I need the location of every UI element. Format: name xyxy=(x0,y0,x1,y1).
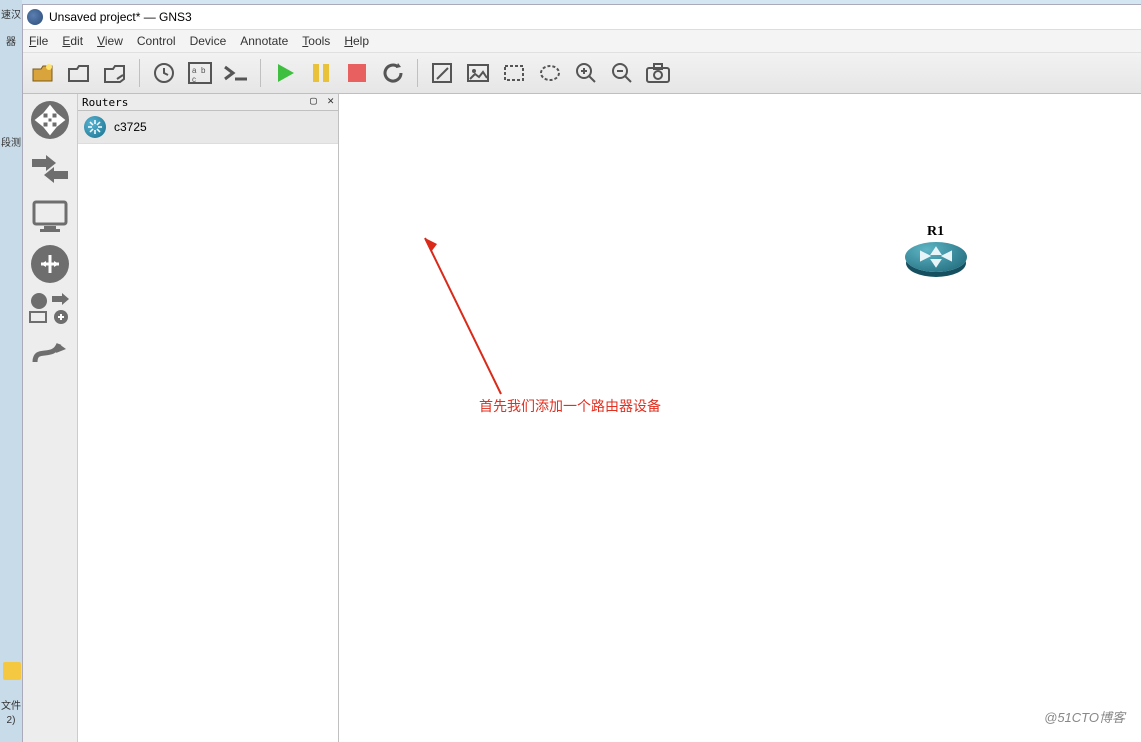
menu-bar: File Edit View Control Device Annotate T… xyxy=(23,30,1141,53)
device-item-c3725[interactable]: c3725 xyxy=(78,111,338,144)
menu-annotate[interactable]: Annotate xyxy=(240,34,288,48)
annotation-arrow xyxy=(411,224,521,414)
menu-edit[interactable]: Edit xyxy=(62,34,83,48)
annotation-text: 首先我们添加一个路由器设备 xyxy=(479,396,661,416)
menu-device[interactable]: Device xyxy=(190,34,227,48)
svg-text:c: c xyxy=(192,75,196,84)
watermark: @51CTO博客 xyxy=(1044,707,1125,726)
stop-button[interactable] xyxy=(343,59,371,87)
screenshot-button[interactable] xyxy=(644,59,672,87)
rect-button[interactable] xyxy=(500,59,528,87)
left-text: 段测 xyxy=(0,134,22,149)
app-icon xyxy=(27,9,43,25)
device-dock xyxy=(23,94,78,742)
clock-button[interactable] xyxy=(150,59,178,87)
toolbar: abc xyxy=(23,53,1141,94)
svg-text:b: b xyxy=(201,66,206,75)
desktop-left-strip: 速汉 器 段测 文件 2) xyxy=(0,0,22,742)
desktop-file-num: 2) xyxy=(0,715,22,726)
menu-help[interactable]: Help xyxy=(344,34,369,48)
router-r1-node[interactable] xyxy=(905,242,971,280)
window-title: Unsaved project* — GNS3 xyxy=(49,10,192,24)
pause-button[interactable] xyxy=(307,59,335,87)
new-project-button[interactable] xyxy=(29,59,57,87)
panel-undock-button[interactable]: ▢ xyxy=(310,94,319,107)
panel-close-button[interactable]: ✕ xyxy=(327,94,336,107)
open-button[interactable] xyxy=(65,59,93,87)
svg-text:a: a xyxy=(192,66,197,75)
note-button[interactable] xyxy=(428,59,456,87)
panel-header[interactable]: Routers ▢ ✕ xyxy=(78,94,338,111)
play-button[interactable] xyxy=(271,59,299,87)
routers-panel: Routers ▢ ✕ c3725 xyxy=(78,94,339,742)
image-button[interactable] xyxy=(464,59,492,87)
device-item-label: c3725 xyxy=(114,120,147,134)
add-link-dock-button[interactable] xyxy=(28,330,72,374)
ellipse-button[interactable] xyxy=(536,59,564,87)
device-list: c3725 xyxy=(78,111,338,742)
routers-dock-button[interactable] xyxy=(28,98,72,142)
zoom-in-button[interactable] xyxy=(572,59,600,87)
left-text: 器 xyxy=(0,33,22,48)
workspace-canvas[interactable]: R1 首先我们添加一个路由器设备 xyxy=(339,94,1141,742)
security-dock-button[interactable] xyxy=(28,242,72,286)
router-icon xyxy=(84,116,106,138)
menu-view[interactable]: View xyxy=(97,34,123,48)
console-button[interactable] xyxy=(222,59,250,87)
panel-title: Routers xyxy=(82,96,128,109)
title-bar[interactable]: Unsaved project* — GNS3 xyxy=(23,5,1141,30)
menu-tools[interactable]: Tools xyxy=(302,34,330,48)
desktop-file-label: 文件 xyxy=(0,697,22,712)
desktop-folder-icon[interactable] xyxy=(3,662,21,680)
gns3-window: Unsaved project* — GNS3 File Edit View C… xyxy=(22,4,1141,742)
switches-dock-button[interactable] xyxy=(28,146,72,190)
zoom-out-button[interactable] xyxy=(608,59,636,87)
reload-button[interactable] xyxy=(379,59,407,87)
all-devices-dock-button[interactable] xyxy=(28,290,72,326)
end-devices-dock-button[interactable] xyxy=(28,194,72,238)
menu-file[interactable]: File xyxy=(29,34,48,48)
save-button[interactable] xyxy=(101,59,129,87)
router-r1-label: R1 xyxy=(927,224,944,240)
left-text: 速汉 xyxy=(0,6,22,21)
abc-button[interactable]: abc xyxy=(186,59,214,87)
menu-control[interactable]: Control xyxy=(137,34,176,48)
